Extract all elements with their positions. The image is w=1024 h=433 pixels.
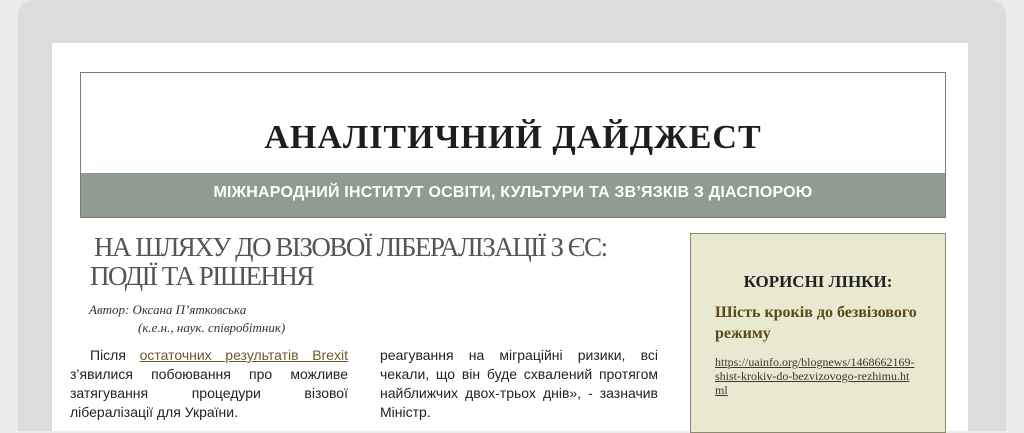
sidebar-heading: КОРИСНІ ЛІНКИ: [743, 272, 893, 291]
column-1-text: з’явилися побоювання про можливе затягув… [70, 366, 348, 420]
digest-header: АНАЛІТИЧНИЙ ДАЙДЖЕСТ МІЖНАРОДНИЙ ІНСТИТУ… [80, 72, 946, 218]
brexit-results-link[interactable]: остаточних результатів Brexit [140, 347, 348, 363]
author-credentials: (к.е.н., наук. співробітник) [138, 320, 286, 335]
article-column-1: Після остаточних результатів Brexit з’яв… [70, 346, 348, 422]
article-column-2: реагування на міграційні ризики, всі чек… [380, 347, 658, 420]
column-1-intro: Після [90, 347, 140, 363]
article-title: НА ШЛЯХУ ДО ВІЗОВОЇ ЛІБЕРАЛІЗАЦІЇ З ЄС: … [90, 232, 608, 291]
useful-links-sidebar: КОРИСНІ ЛІНКИ: Шість кроків до безвізово… [690, 233, 946, 433]
institute-name: МІЖНАРОДНИЙ ІНСТИТУТ ОСВІТИ, КУЛЬТУРИ ТА… [213, 184, 813, 201]
subtitle-band: МІЖНАРОДНИЙ ІНСТИТУТ ОСВІТИ, КУЛЬТУРИ ТА… [81, 173, 945, 217]
article-author: Автор: Оксана П’ятковська [89, 302, 247, 317]
sidebar-link-title: Шість кроків до безвізового режиму [715, 304, 917, 342]
digest-title: АНАЛІТИЧНИЙ ДАЙДЖЕСТ [264, 119, 762, 156]
sidebar-link-url[interactable]: https://uainfo.org/blognews/1468662169-s… [715, 355, 915, 397]
